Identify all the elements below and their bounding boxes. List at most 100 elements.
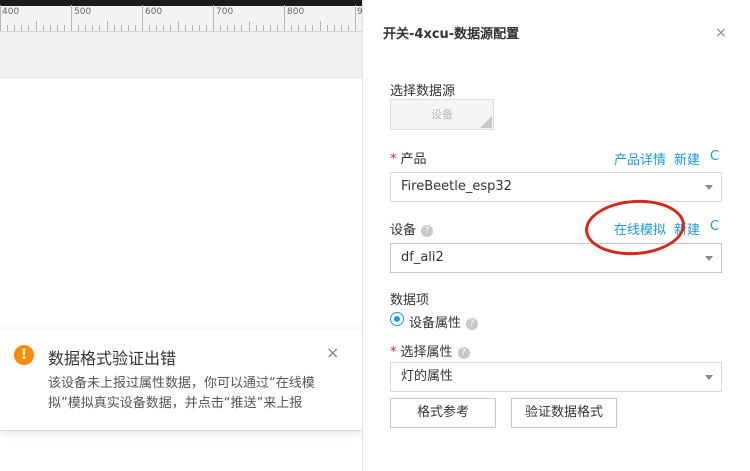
help-icon[interactable]: ? [457,347,470,359]
format-reference-button[interactable]: 格式参考 [390,398,496,428]
device-refresh-icon[interactable]: C [710,219,719,234]
ruler-tick [347,25,349,31]
product-label: * 产品 [390,148,427,167]
ruler-tick [113,25,115,31]
ruler-tick [177,21,179,31]
ruler-tick [340,25,342,31]
ruler-tick [56,25,58,31]
ruler-tick [14,25,16,31]
ruler-tick [333,25,335,31]
ruler-label-500: 500 [74,7,92,17]
ruler-label-800: 800 [287,7,305,17]
warning-icon: ! [14,345,34,365]
device-property-radio[interactable] [390,312,404,326]
product-detail-link[interactable]: 产品详情 [614,149,666,168]
ruler-tick [205,25,207,31]
toast-close-icon[interactable]: × [326,343,339,362]
ruler-tick [163,25,165,31]
ruler-tick [220,25,222,31]
chevron-down-icon [705,375,713,380]
attribute-select[interactable]: 灯的属性 [390,362,722,392]
product-select[interactable]: FireBeetle_esp32 [390,172,722,202]
panel-header: 开关-4xcu-数据源配置 × [363,0,750,60]
ruler-tick [269,25,271,31]
ruler-tick [85,25,87,31]
help-icon[interactable]: ? [421,225,434,237]
ruler-tick [213,5,214,31]
toast-message: 该设备未上报过属性数据，你可以通过“在线模拟”模拟真实设备数据，并点击“推送”来… [48,376,315,411]
ruler-tick [156,25,158,31]
validation-error-toast: ! 数据格式验证出错 × 该设备未上报过属性数据，你可以通过“在线模拟”模拟真实… [0,330,362,430]
ruler-tick [170,25,172,31]
ruler-tick [227,25,229,31]
ruler-tick [78,25,80,31]
ruler-tick [127,25,129,31]
device-select[interactable]: df_ali2 [390,243,722,273]
device-property-label: 设备属性 [409,316,462,331]
device-label-text: 设备 [390,223,417,238]
ruler-tick [255,25,257,31]
validate-format-button[interactable]: 验证数据格式 [511,398,617,428]
help-icon[interactable]: ? [466,318,479,330]
product-refresh-icon[interactable]: C [710,149,719,164]
ruler-tick [305,25,307,31]
device-new-link[interactable]: 新建 [674,219,700,238]
toast-title: 数据格式验证出错 [48,349,177,368]
attribute-label: * 选择属性? [390,341,470,360]
ruler-tick [28,25,30,31]
ruler-tick [142,5,143,31]
close-icon[interactable]: × [715,25,727,41]
product-select-value: FireBeetle_esp32 [401,179,512,194]
ruler-tick [21,25,23,31]
ruler-tick [120,25,122,31]
ruler-tick [106,21,108,31]
attribute-label-text: 选择属性 [400,345,453,360]
selected-corner-icon [480,116,492,128]
ruler-tick [92,25,94,31]
ruler-tick [234,25,236,31]
source-device-button[interactable]: 设备 [390,99,494,130]
device-label: 设备? [390,219,434,238]
ruler-tick [291,25,293,31]
ruler-tick [35,21,37,31]
ruler-top-bar [0,0,362,6]
required-mark: * [390,152,397,167]
ruler-tick [298,25,300,31]
product-label-text: 产品 [400,152,427,167]
ruler-label-700: 700 [216,7,234,17]
panel-title: 开关-4xcu-数据源配置 [383,27,520,42]
canvas-divider [0,430,362,431]
canvas-header-band [0,32,362,78]
ruler-tick [198,25,200,31]
ruler-tick [149,25,151,31]
attribute-select-value: 灯的属性 [401,369,454,384]
ruler-tick [7,25,9,31]
ruler-tick [284,5,285,31]
online-simulate-link[interactable]: 在线模拟 [614,219,666,238]
product-new-link[interactable]: 新建 [674,149,700,168]
ruler-tick [99,25,101,31]
ruler-label-600: 600 [145,7,163,17]
radio-dot [394,316,400,322]
ruler-tick [0,5,1,31]
data-item-label: 数据项 [390,293,430,308]
ruler-tick [71,5,72,31]
ruler-tick [42,25,44,31]
ruler-tick [319,21,321,31]
ruler-tick [262,25,264,31]
ruler-tick [312,25,314,31]
chevron-down-icon [705,256,713,261]
ruler-tick [248,21,250,31]
ruler-tick [355,5,356,31]
ruler-tick [63,25,65,31]
ruler-tick [49,25,51,31]
device-property-option: 设备属性? [409,312,479,331]
ruler-tick [191,25,193,31]
ruler-label-400: 400 [2,7,20,17]
required-mark: * [390,345,397,360]
ruler-tick [276,25,278,31]
ruler-tick [134,25,136,31]
chevron-down-icon [705,185,713,190]
designer-canvas: 400 500 600 700 800 9 ! 数据格式验证出错 × 该设备未上… [0,0,363,471]
horizontal-ruler: 400 500 600 700 800 9 [0,0,363,32]
